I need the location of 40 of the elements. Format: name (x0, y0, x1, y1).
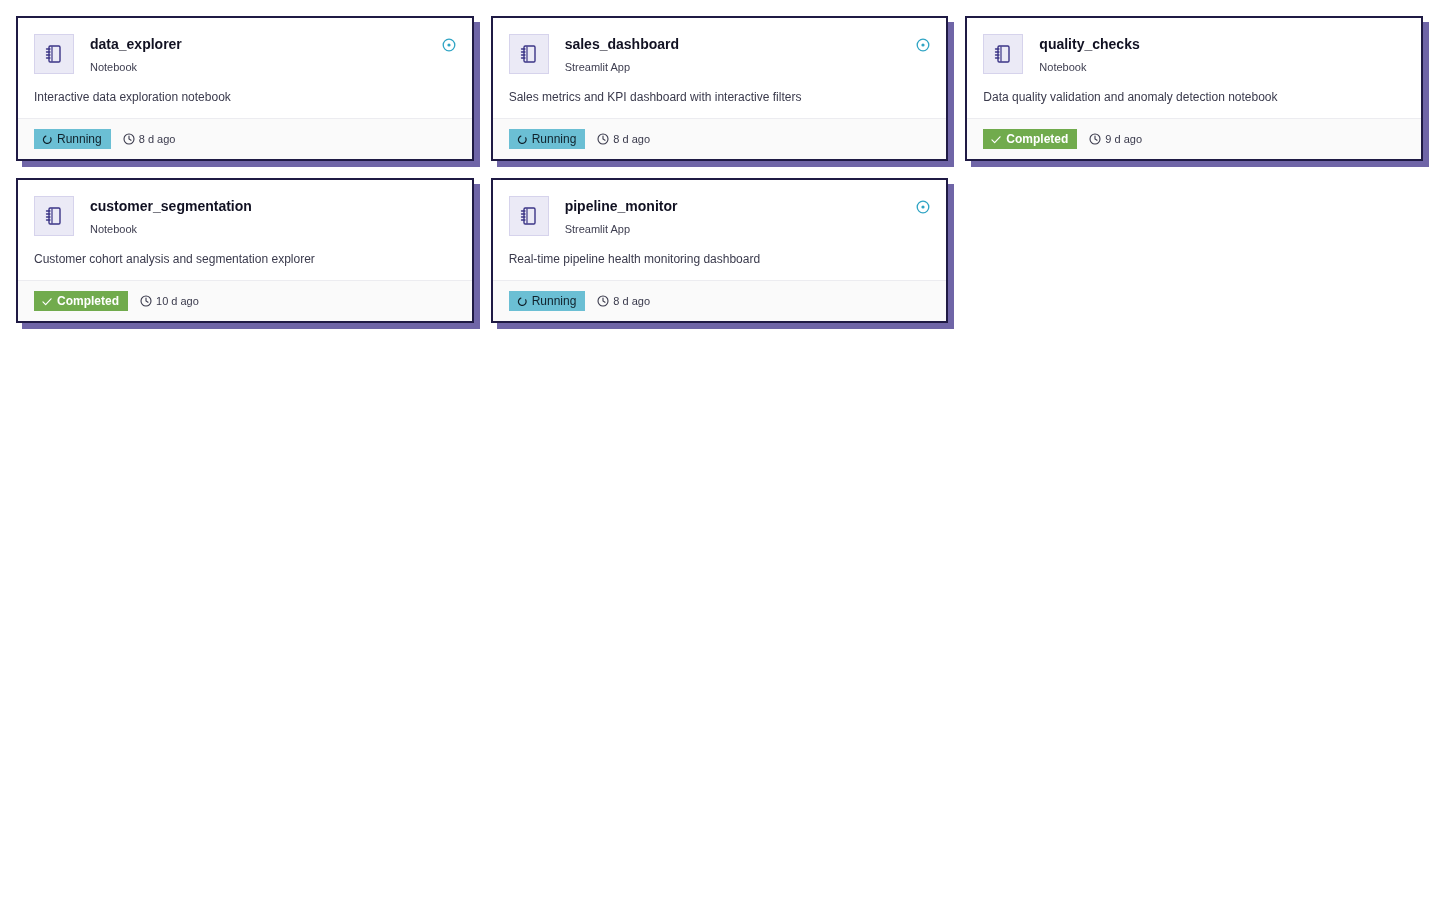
notebook-icon (34, 34, 74, 74)
status-badge: Completed (983, 129, 1078, 149)
card-type: Notebook (90, 60, 139, 74)
card-description: Real-time pipeline health monitoring dashboard (508, 251, 762, 267)
card-type: Streamlit App (564, 60, 632, 74)
spinner-icon (516, 296, 527, 306)
spinner-icon (42, 134, 52, 144)
clock-icon (597, 133, 610, 145)
updated-time: 9 d ago (1105, 131, 1143, 147)
status-badge: Running (508, 129, 586, 149)
card-title: pipeline_monitor (564, 197, 678, 215)
clock-icon (1089, 133, 1102, 145)
card-title: data_explorer (90, 35, 182, 53)
clock-icon (597, 295, 610, 307)
card-title: customer_segmentation (90, 197, 252, 215)
updated-time: 8 d ago (613, 131, 651, 147)
clock-icon (122, 133, 135, 145)
notebook-icon (34, 196, 74, 236)
card-type: Streamlit App (564, 222, 632, 236)
status-badge: Completed (34, 291, 128, 311)
notebook-icon (508, 34, 549, 74)
status-badge: Running (508, 291, 586, 311)
updated-time: 8 d ago (138, 131, 176, 147)
status-badge: Running (34, 129, 111, 149)
card-description: Interactive data exploration notebook (34, 89, 232, 105)
card-type: Notebook (1039, 60, 1088, 74)
notebook-icon (983, 34, 1024, 74)
card-description: Sales metrics and KPI dashboard with interactive filters (508, 89, 803, 105)
check-icon (42, 296, 52, 306)
notebook-icon (508, 196, 549, 236)
check-icon (991, 134, 1002, 144)
updated-time: 8 d ago (613, 293, 651, 309)
clock-icon (140, 295, 152, 307)
card-title: sales_dashboard (564, 35, 680, 53)
card-title: quality_checks (1039, 35, 1140, 53)
card-description: Customer cohort analysis and segmentation explorer (34, 251, 316, 267)
card-type: Notebook (90, 222, 139, 236)
card-description: Data quality validation and anomaly detection notebook (983, 89, 1279, 105)
updated-time: 10 d ago (156, 293, 199, 309)
spinner-icon (516, 134, 527, 144)
